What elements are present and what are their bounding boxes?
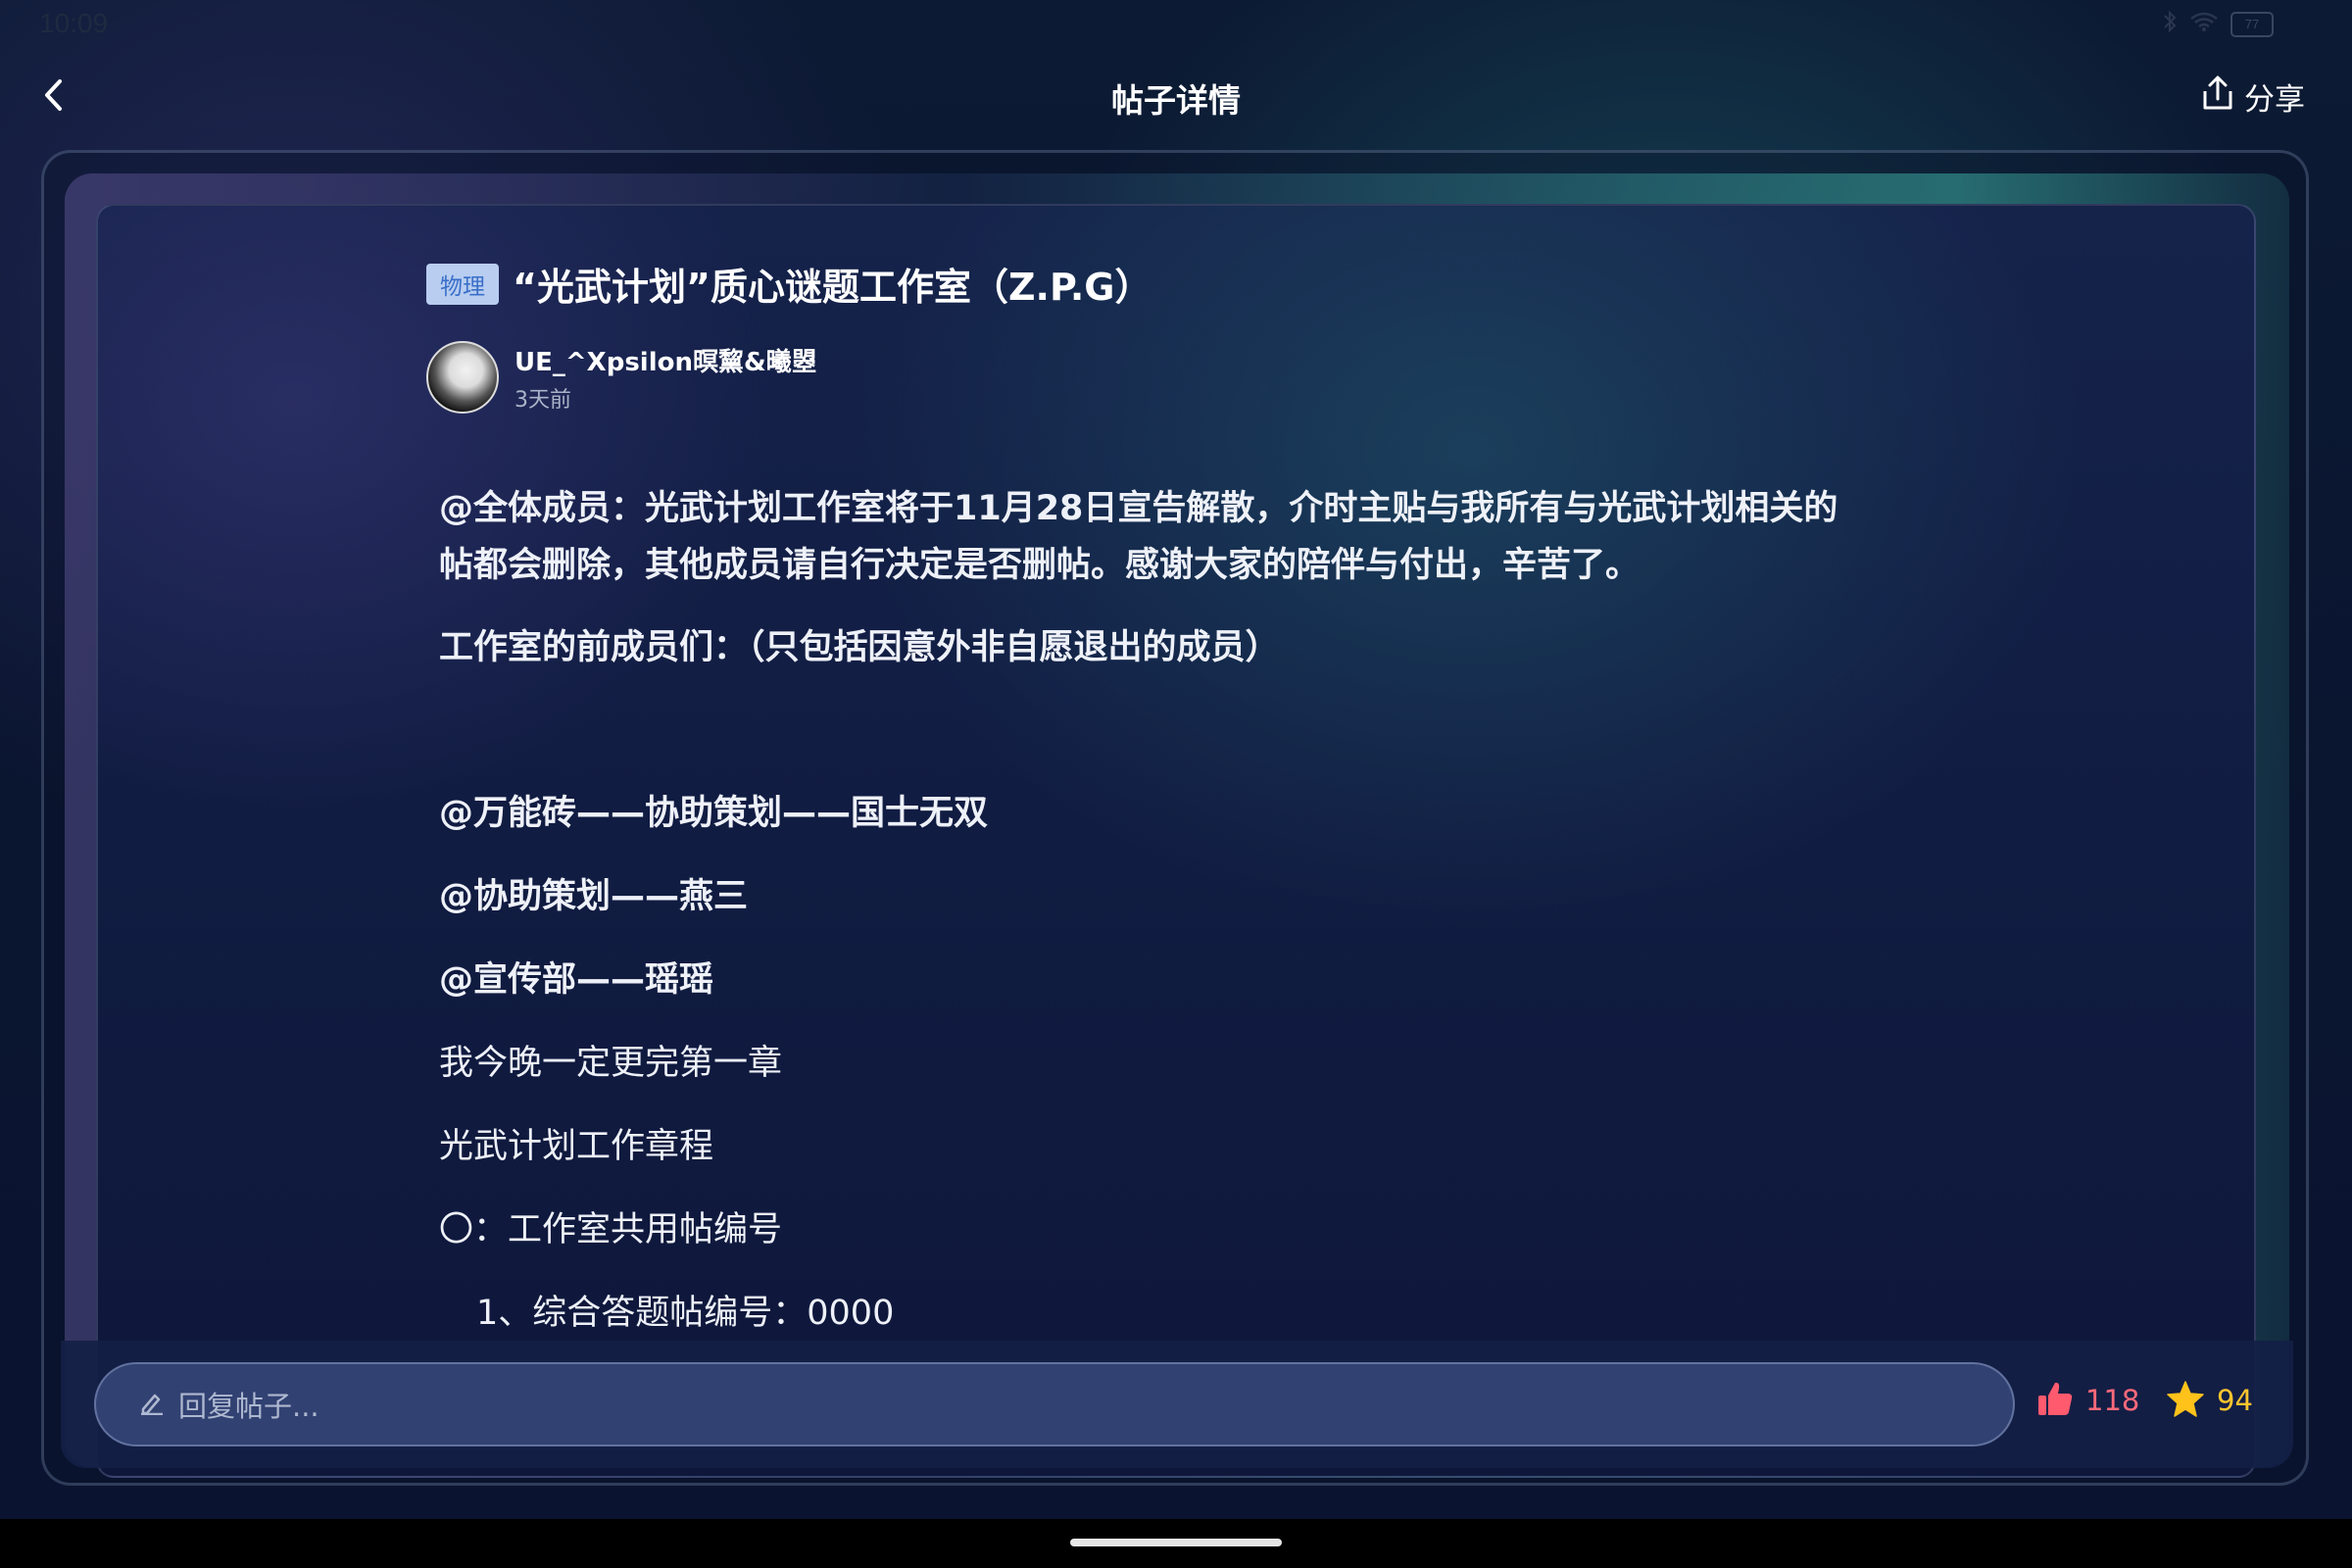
favorite-button[interactable]: 94 — [2166, 1380, 2253, 1421]
bluetooth-icon — [2162, 10, 2178, 38]
post-paragraph: 1、综合答题帖编号：0000 — [476, 1294, 895, 1333]
post-time: 3天前 — [514, 387, 571, 413]
thumbs-up-icon — [2036, 1380, 2074, 1421]
wifi-icon — [2189, 11, 2219, 37]
reply-input[interactable]: 回复帖子... — [94, 1362, 2015, 1446]
share-button[interactable]: 分享 — [2201, 74, 2305, 119]
share-icon — [2201, 75, 2234, 119]
post-title-row: 物理 “光武计划”质心谜题工作室（Z.P.G） — [426, 257, 1152, 311]
home-indicator[interactable] — [1070, 1539, 1282, 1546]
status-time: 10:09 — [39, 8, 109, 38]
author-row[interactable]: UE_^Xpsilon暝黧&曦曌 3天前 — [426, 341, 817, 414]
author-meta: UE_^Xpsilon暝黧&曦曌 3天前 — [514, 342, 817, 414]
page-title: 帖子详情 — [1111, 81, 1241, 120]
header: 帖子详情 分享 — [0, 59, 2352, 137]
reply-placeholder: 回复帖子... — [178, 1390, 319, 1423]
like-count: 118 — [2085, 1384, 2140, 1417]
post-paragraph: 我今晚一定更完第一章 — [439, 1044, 783, 1083]
avatar[interactable] — [426, 341, 499, 414]
status-icons: 77 — [2162, 10, 2274, 38]
author-name[interactable]: UE_^Xpsilon暝黧&曦曌 — [514, 342, 817, 378]
post-paragraph: 〇：工作室共用帖编号 — [439, 1210, 783, 1250]
star-icon — [2166, 1380, 2205, 1421]
battery-icon: 77 — [2230, 11, 2274, 37]
status-bar: 10:09 77 — [0, 0, 2352, 49]
post-paragraph: 帖都会删除，其他成员请自行决定是否删帖。感谢大家的陪伴与付出，辛苦了。 — [439, 546, 1641, 585]
post-title: “光武计划”质心谜题工作室（Z.P.G） — [513, 266, 1152, 309]
system-nav-bar — [0, 1519, 2352, 1568]
post-paragraph: @全体成员：光武计划工作室将于11月28日宣告解散，介时主贴与我所有与光武计划相… — [439, 489, 1838, 528]
post-paragraph: @万能砖——协助策划——国士无双 — [439, 794, 989, 833]
subject-tag[interactable]: 物理 — [426, 263, 499, 305]
post-paragraph: 工作室的前成员们：（只包括因意外非自愿退出的成员） — [439, 628, 1280, 667]
pencil-icon — [139, 1390, 165, 1419]
reply-bar: 回复帖子... 118 94 — [61, 1341, 2293, 1468]
post-body: @全体成员：光武计划工作室将于11月28日宣告解散，介时主贴与我所有与光武计划相… — [439, 480, 2007, 1342]
like-button[interactable]: 118 — [2036, 1380, 2139, 1421]
post-card[interactable]: 物理 “光武计划”质心谜题工作室（Z.P.G） UE_^Xpsilon暝黧&曦曌… — [96, 204, 2256, 1478]
post-paragraph: @宣传部——瑶瑶 — [439, 960, 714, 1000]
share-label: 分享 — [2244, 82, 2305, 118]
favorite-count: 94 — [2217, 1384, 2253, 1417]
post-paragraph: @协助策划——燕三 — [439, 877, 749, 916]
post-paragraph: 光武计划工作章程 — [439, 1127, 714, 1166]
